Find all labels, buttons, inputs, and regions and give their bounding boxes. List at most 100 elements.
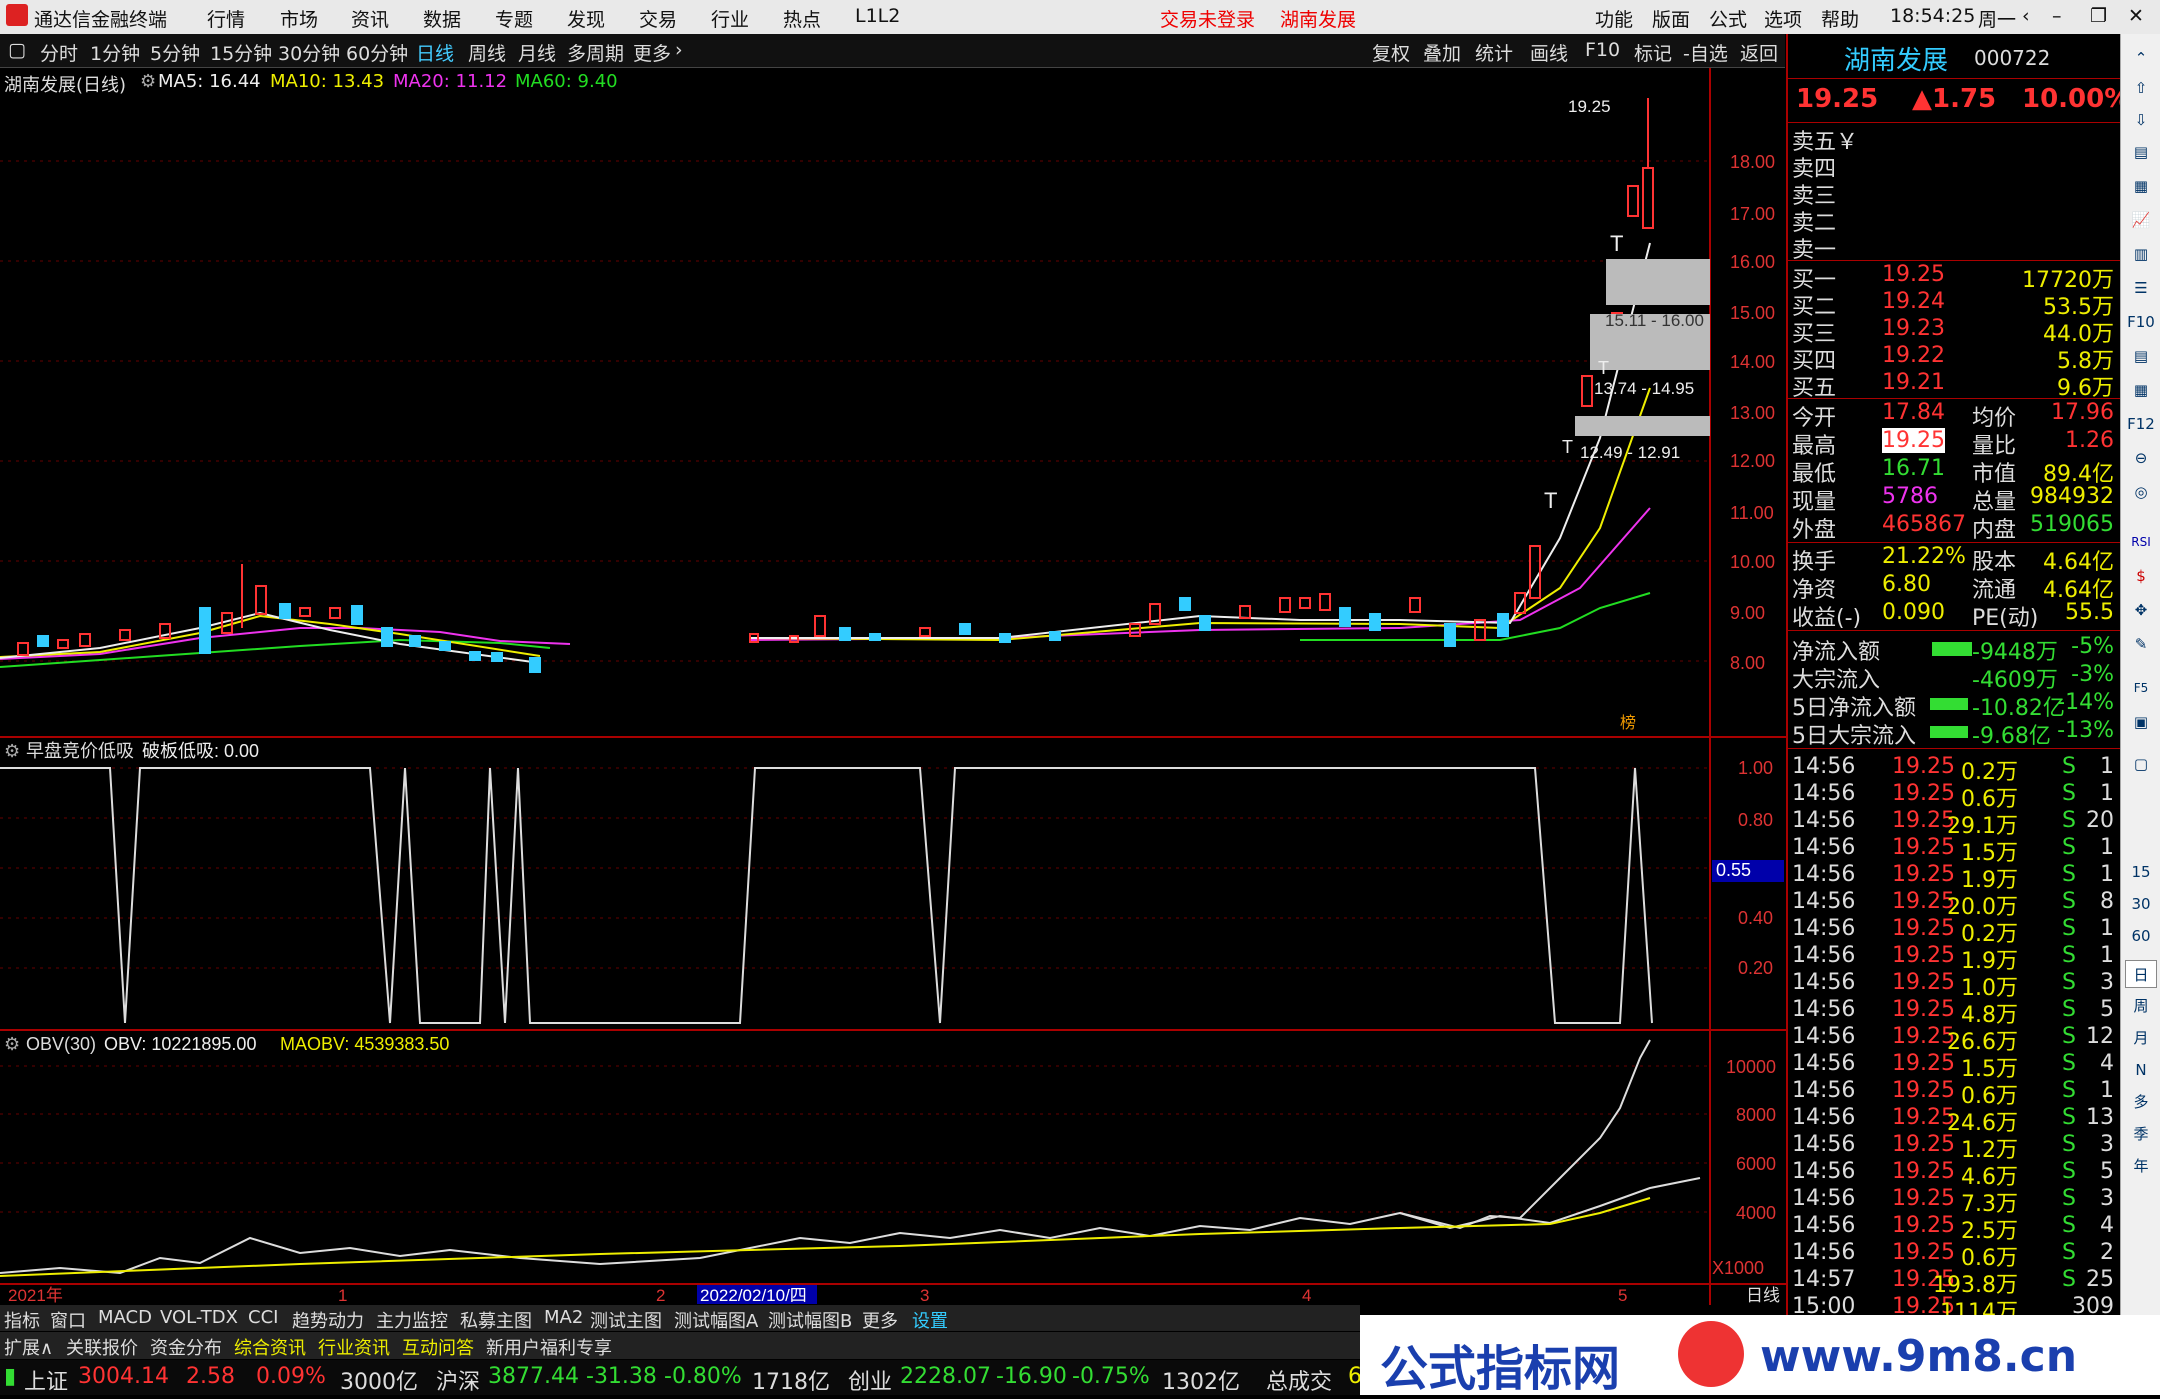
period-year[interactable]: 年 <box>2125 1152 2157 1180</box>
period-30min[interactable]: 30分钟 <box>278 39 340 66</box>
tab-zhulijiankong[interactable]: 主力监控 <box>376 1307 448 1333</box>
menu-bangzhu[interactable]: 帮助 <box>1821 5 1859 32</box>
down-arrow-icon[interactable]: ⇩ <box>2125 106 2157 134</box>
tool-huaxian[interactable]: 画线 <box>1530 39 1568 66</box>
minimize-icon[interactable]: – <box>2052 5 2062 27</box>
tool-f10[interactable]: F10 <box>1585 39 1620 61</box>
index-sh-label[interactable]: 上证 <box>24 1364 68 1396</box>
tab-more[interactable]: 更多 <box>862 1307 898 1333</box>
menu-zixun[interactable]: 资讯 <box>351 5 389 32</box>
period-month[interactable]: 月 <box>2125 1024 2157 1052</box>
maximize-icon[interactable]: ❐ <box>2090 5 2107 27</box>
index-hs-label[interactable]: 沪深 <box>436 1364 480 1396</box>
chart-icon[interactable]: ▣ <box>2125 708 2157 736</box>
tool-biaoji[interactable]: 标记 <box>1634 39 1672 66</box>
period-monthly[interactable]: 月线 <box>518 39 556 66</box>
period-quarter[interactable]: 季 <box>2125 1120 2157 1148</box>
doc-icon[interactable]: ▤ <box>2125 342 2157 370</box>
tool-fanhui[interactable]: 返回 <box>1740 39 1778 66</box>
period-60[interactable]: 60 <box>2125 922 2157 950</box>
index-cy-label[interactable]: 创业 <box>848 1364 892 1396</box>
settings-icon[interactable]: ⚙ <box>4 741 20 761</box>
f5-icon[interactable]: F5 <box>2125 674 2157 702</box>
tab-zonghe[interactable]: 综合资讯 <box>234 1334 306 1360</box>
square-icon[interactable]: ▢ <box>2125 750 2157 778</box>
up-icon[interactable]: ⌃ <box>2125 44 2157 72</box>
menu-jiaoyi[interactable]: 交易 <box>639 5 677 32</box>
tick-row: 14:56 19.25 0.6万 S 2 <box>1792 1240 2118 1271</box>
grid-icon[interactable]: ▦ <box>2125 172 2157 200</box>
back-icon[interactable]: ‹ <box>2022 5 2030 27</box>
period-more[interactable]: 更多 <box>633 39 671 66</box>
period-5min[interactable]: 5分钟 <box>150 39 200 66</box>
bookmark-icon[interactable]: ▤ <box>2125 138 2157 166</box>
tab-expand[interactable]: 扩展∧ <box>4 1334 53 1360</box>
menu-gongshi[interactable]: 公式 <box>1709 5 1747 32</box>
settings-icon[interactable]: ⚙ <box>4 1034 20 1054</box>
tab-hudong[interactable]: 互动问答 <box>402 1334 474 1360</box>
tab-zijin[interactable]: 资金分布 <box>150 1334 222 1360</box>
tool-tongji[interactable]: 统计 <box>1475 39 1513 66</box>
menu-hangye[interactable]: 行业 <box>711 5 749 32</box>
menu-faxian[interactable]: 发现 <box>567 5 605 32</box>
tool-diejia[interactable]: 叠加 <box>1423 39 1461 66</box>
period-fenshi[interactable]: 分时 <box>40 39 78 66</box>
tab-ma2[interactable]: MA2 <box>544 1307 583 1328</box>
tab-ceshifutu-a[interactable]: 测试幅图A <box>674 1307 758 1333</box>
tab-vol-tdx[interactable]: VOL-TDX <box>160 1307 238 1328</box>
tool-fuquan[interactable]: 复权 <box>1372 39 1410 66</box>
close-icon[interactable]: ✕ <box>2128 5 2144 27</box>
circle-icon[interactable]: ◎ <box>2125 478 2157 506</box>
menu-banmian[interactable]: 版面 <box>1652 5 1690 32</box>
tab-hangye[interactable]: 行业资讯 <box>318 1334 390 1360</box>
move-icon[interactable]: ✥ <box>2125 596 2157 624</box>
tab-macd[interactable]: MACD <box>98 1307 152 1328</box>
up-arrow-icon[interactable]: ⇧ <box>2125 74 2157 102</box>
menu-shuju[interactable]: 数据 <box>423 5 461 32</box>
menu-gongneng[interactable]: 功能 <box>1595 5 1633 32</box>
menu-xuanxiang[interactable]: 选项 <box>1764 5 1802 32</box>
period-day[interactable]: 日 <box>2125 960 2157 988</box>
period-daily[interactable]: 日线 <box>416 39 454 66</box>
period-15[interactable]: 15 <box>2125 858 2157 886</box>
rsi-icon[interactable]: RSI <box>2125 528 2157 556</box>
period-multi[interactable]: 多周期 <box>567 39 624 66</box>
menu-zhuanti[interactable]: 专题 <box>495 5 533 32</box>
table-icon[interactable]: ▦ <box>2125 376 2157 404</box>
menu-hangqing[interactable]: 行情 <box>207 5 245 32</box>
layout-icon[interactable]: ▢ <box>8 39 26 61</box>
alert-icon[interactable]: $ <box>2125 562 2157 590</box>
tab-guanlian[interactable]: 关联报价 <box>66 1334 138 1360</box>
tool-zixuan[interactable]: -自选 <box>1683 39 1728 66</box>
chart-area[interactable]: 18.00 17.00 16.00 15.00 14.00 13.00 12.0… <box>0 68 1786 1305</box>
period-1min[interactable]: 1分钟 <box>90 39 140 66</box>
period-60min[interactable]: 60分钟 <box>346 39 408 66</box>
rank-badge[interactable]: 榜 <box>1620 714 1636 732</box>
tab-zhibiao[interactable]: 指标 <box>4 1307 40 1333</box>
menu-l1l2[interactable]: L1L2 <box>855 5 900 27</box>
menu-redian[interactable]: 热点 <box>783 5 821 32</box>
tab-settings[interactable]: 设置 <box>912 1307 948 1333</box>
f12-icon[interactable]: F12 <box>2125 410 2157 438</box>
tab-simuzhutu[interactable]: 私募主图 <box>460 1307 532 1333</box>
line-chart-icon[interactable]: 📈 <box>2125 206 2157 234</box>
period-30[interactable]: 30 <box>2125 890 2157 918</box>
tab-ceshizhutu[interactable]: 测试主图 <box>590 1307 662 1333</box>
f10-icon[interactable]: F10 <box>2125 308 2157 336</box>
tab-chuangkou[interactable]: 窗口 <box>50 1307 86 1333</box>
period-n[interactable]: N <box>2125 1056 2157 1084</box>
toggle-icon[interactable]: ⊖ <box>2125 444 2157 472</box>
period-week[interactable]: 周 <box>2125 992 2157 1020</box>
kline-icon[interactable]: ▥ <box>2125 240 2157 268</box>
tab-fuli[interactable]: 新用户福利专享 <box>486 1334 612 1360</box>
list-icon[interactable]: ☰ <box>2125 274 2157 302</box>
menu-shichang[interactable]: 市场 <box>280 5 318 32</box>
tab-ceshifutu-b[interactable]: 测试幅图B <box>768 1307 852 1333</box>
period-weekly[interactable]: 周线 <box>468 39 506 66</box>
trade-status[interactable]: 交易未登录 <box>1160 5 1255 32</box>
tab-cci[interactable]: CCI <box>248 1307 278 1328</box>
pen-icon[interactable]: ✎ <box>2125 630 2157 658</box>
period-15min[interactable]: 15分钟 <box>210 39 272 66</box>
period-multi[interactable]: 多 <box>2125 1088 2157 1116</box>
tab-qushidongli[interactable]: 趋势动力 <box>292 1307 364 1333</box>
